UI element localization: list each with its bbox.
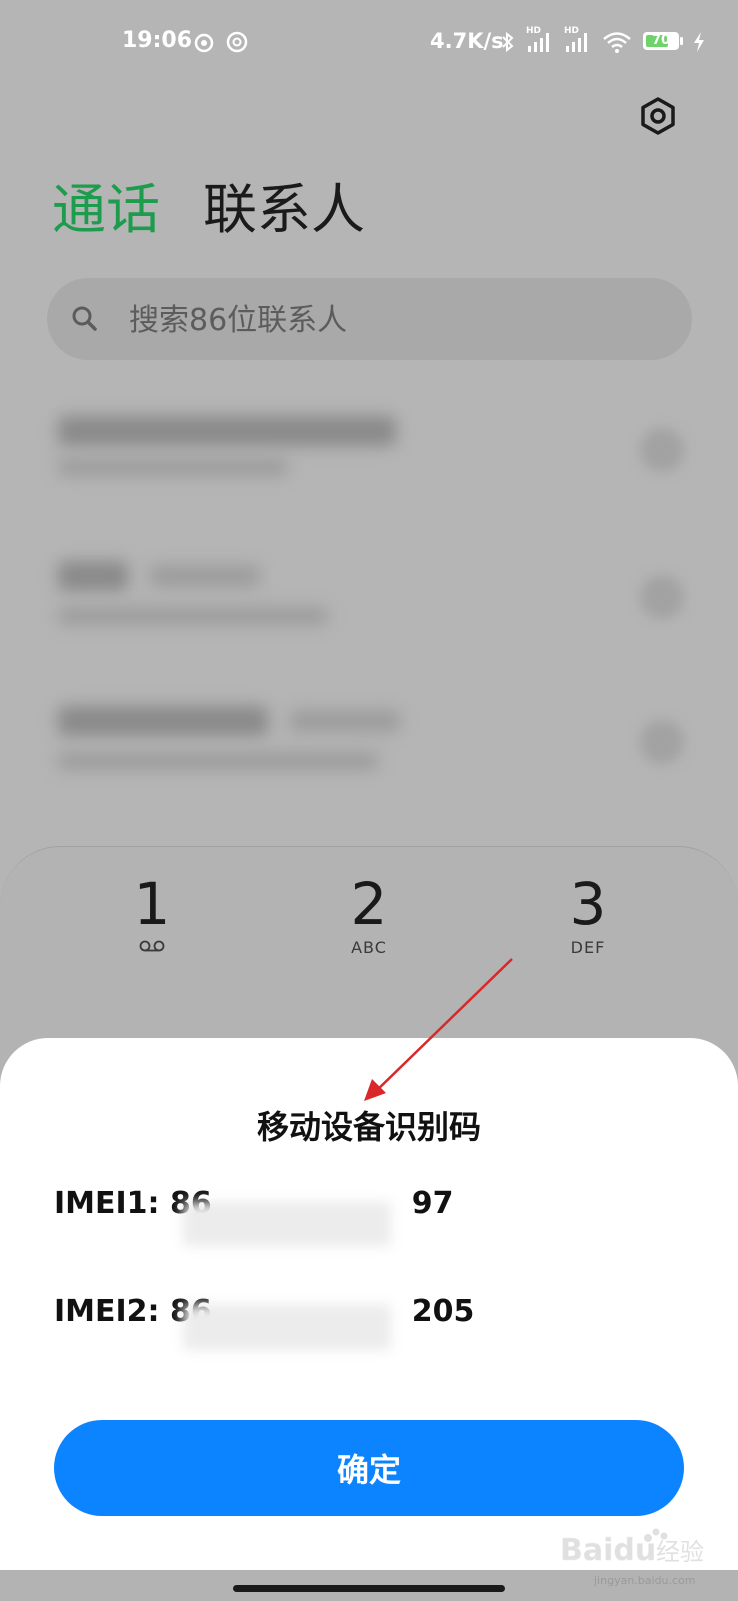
svg-text:经验: 经验 bbox=[656, 1538, 704, 1566]
battery-level: 70 bbox=[651, 33, 671, 48]
netease-music-icon bbox=[194, 33, 214, 53]
blurred-contact-detail bbox=[58, 607, 328, 625]
blurred-contact-number bbox=[290, 710, 400, 732]
imei1-suffix: 97 bbox=[411, 1186, 454, 1221]
search-input[interactable] bbox=[127, 278, 671, 362]
dial-digit: 3 bbox=[569, 870, 607, 938]
app-notification-icon bbox=[226, 31, 248, 53]
blurred-contact-detail bbox=[58, 458, 288, 476]
list-item[interactable] bbox=[0, 390, 738, 535]
battery-cap bbox=[680, 37, 683, 45]
call-log-list bbox=[0, 390, 738, 825]
hd-label-2: HD bbox=[564, 26, 580, 36]
voicemail-label bbox=[52, 937, 252, 959]
status-bar: 19:06 4.7K/s HD HD 70 bbox=[0, 24, 738, 60]
imei2-blur-mask bbox=[183, 1304, 391, 1350]
blurred-contact-number bbox=[150, 565, 260, 587]
battery-icon: 70 bbox=[643, 32, 679, 50]
search-bar[interactable] bbox=[47, 278, 692, 362]
confirm-button[interactable]: 确定 bbox=[54, 1420, 684, 1516]
dial-key-2[interactable]: 2 ABC bbox=[269, 871, 469, 959]
settings-gear-icon[interactable] bbox=[638, 96, 678, 136]
dial-digit: 1 bbox=[133, 870, 171, 938]
info-icon[interactable] bbox=[640, 720, 684, 764]
blurred-contact-name bbox=[58, 561, 128, 591]
imei1-blur-mask bbox=[183, 1202, 391, 1246]
imei2-suffix: 205 bbox=[411, 1294, 475, 1329]
blurred-contact-name bbox=[58, 416, 396, 446]
svg-text:Baidu: Baidu bbox=[560, 1533, 656, 1568]
home-indicator[interactable] bbox=[233, 1585, 505, 1592]
status-time: 19:06 bbox=[122, 28, 193, 53]
network-speed: 4.7K/s bbox=[430, 29, 504, 53]
bluetooth-icon bbox=[502, 31, 514, 53]
wifi-icon bbox=[603, 32, 631, 53]
baidu-jingyan-watermark-logo: Baidu 经验 bbox=[560, 1528, 704, 1568]
tab-calls[interactable]: 通话 bbox=[52, 178, 160, 242]
dial-key-3[interactable]: 3 DEF bbox=[488, 871, 688, 959]
phone-dialer-screen: 19:06 4.7K/s HD HD 70 通话 联系人 搜索86位联系人 1 … bbox=[0, 0, 738, 1601]
list-item[interactable] bbox=[0, 680, 738, 825]
tab-contacts[interactable]: 联系人 bbox=[203, 178, 365, 242]
info-icon[interactable] bbox=[640, 575, 684, 619]
imei-dialog: 移动设备识别码 IMEI1: 86 97 IMEI2: 86 205 确定 bbox=[0, 1038, 738, 1570]
dialog-title: 移动设备识别码 bbox=[256, 1108, 481, 1146]
hd-label-1: HD bbox=[526, 26, 542, 36]
list-item[interactable] bbox=[0, 535, 738, 680]
dial-key-1[interactable]: 1 bbox=[52, 871, 252, 959]
charging-icon bbox=[694, 32, 704, 52]
info-icon[interactable] bbox=[640, 428, 684, 472]
voicemail-icon bbox=[139, 940, 165, 952]
watermark-url: jingyan.baidu.com bbox=[594, 1574, 696, 1587]
blurred-contact-detail bbox=[58, 752, 378, 770]
blurred-contact-name bbox=[58, 706, 268, 736]
dial-digit: 2 bbox=[350, 870, 388, 938]
search-icon bbox=[72, 306, 97, 331]
annotation-arrow bbox=[364, 958, 513, 1101]
